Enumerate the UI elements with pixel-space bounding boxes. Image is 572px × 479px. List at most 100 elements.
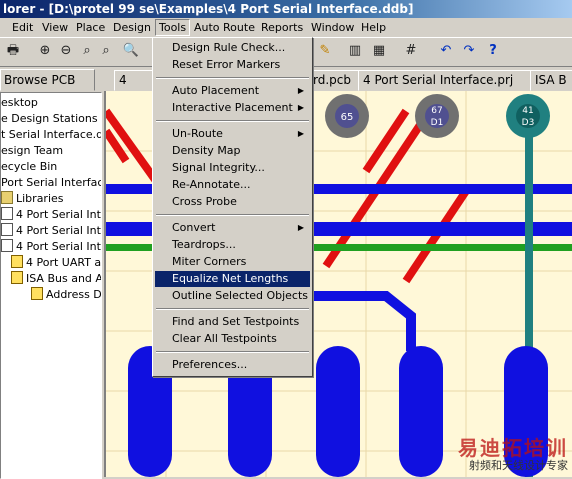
pad-label: 67: [431, 106, 442, 116]
menu-help[interactable]: Help: [361, 20, 386, 35]
tab-project[interactable]: 4 Port Serial Interface.prj: [358, 70, 534, 91]
tree-item-label: Address D: [46, 288, 102, 301]
tree-item-label: 4 Port UART a: [26, 256, 102, 269]
submenu-arrow-icon: ▶: [297, 86, 304, 95]
menu-item-design-rule-check[interactable]: Design Rule Check...: [155, 40, 310, 56]
tree-item[interactable]: Address D: [31, 287, 102, 303]
menu-item-outline-selected-objects[interactable]: Outline Selected Objects: [155, 288, 310, 304]
menu-item-re-annotate[interactable]: Re-Annotate...: [155, 177, 310, 193]
submenu-arrow-icon: ▶: [297, 103, 304, 112]
tree-item[interactable]: esign Team: [1, 143, 63, 159]
tree-item-label: ISA Bus and A: [26, 272, 102, 285]
menu-separator: [156, 351, 309, 353]
tab-pcb-icon[interactable]: 4: [114, 70, 154, 91]
tree-item[interactable]: e Design Stations: [1, 111, 98, 127]
menu-item-label: Find and Set Testpoints: [172, 315, 300, 328]
menu-item-preferences[interactable]: Preferences...: [155, 357, 310, 373]
grid-icon[interactable]: #: [402, 42, 420, 60]
menu-item-convert[interactable]: Convert ▶: [155, 220, 310, 236]
menu-item-label: Clear All Testpoints: [172, 332, 277, 345]
browse-panel: Browse PCB esktop e Design Stations t Se…: [0, 67, 102, 479]
tab-board-pcb[interactable]: rd.pcb: [308, 70, 364, 91]
menu-item-teardrops[interactable]: Teardrops...: [155, 237, 310, 253]
undo-icon[interactable]: ↶: [437, 42, 455, 60]
tree-item[interactable]: Port Serial Interface: [1, 175, 102, 191]
tab-label: 4 Port Serial Interface.prj: [363, 73, 514, 87]
project-tree: esktop e Design Stations t Serial Interf…: [0, 92, 102, 479]
document-icon: [1, 207, 13, 220]
menu-item-clear-all-testpoints[interactable]: Clear All Testpoints: [155, 331, 310, 347]
menu-edit[interactable]: Edit: [12, 20, 33, 35]
help-icon[interactable]: ?: [484, 42, 502, 60]
menu-item-equalize-net-lengths[interactable]: Equalize Net Lengths: [155, 271, 310, 287]
tab-isa[interactable]: ISA B: [530, 70, 572, 91]
library-edit-icon[interactable]: ▦: [370, 42, 388, 60]
library-icon[interactable]: ▥: [346, 42, 364, 60]
tree-item[interactable]: ISA Bus and A: [11, 271, 102, 287]
menu-separator: [156, 120, 309, 122]
menu-item-density-map[interactable]: Density Map: [155, 143, 310, 159]
tree-item-label: esktop: [1, 96, 38, 109]
tree-item-label: t Serial Interface.ddb: [1, 128, 101, 141]
menu-separator: [156, 308, 309, 310]
schematic-icon: [11, 255, 23, 268]
tools-dropdown-menu: Design Rule Check... Reset Error Markers…: [152, 37, 313, 377]
zoom-out-icon[interactable]: ⊖: [57, 42, 75, 60]
document-icon: [1, 223, 13, 236]
tree-item-label: 4 Port Serial Interf: [16, 240, 101, 253]
menu-item-miter-corners[interactable]: Miter Corners: [155, 254, 310, 270]
submenu-arrow-icon: ▶: [297, 223, 304, 232]
menu-item-signal-integrity[interactable]: Signal Integrity...: [155, 160, 310, 176]
tree-item[interactable]: esktop: [1, 95, 38, 111]
pencil-icon[interactable]: ✎: [316, 42, 334, 60]
tree-item[interactable]: 4 Port Serial Interf: [1, 223, 101, 239]
menu-separator: [156, 77, 309, 79]
menu-view[interactable]: View: [42, 20, 68, 35]
watermark-subtitle: 射频和天线设计专家: [469, 459, 568, 472]
menu-item-label: Miter Corners: [172, 255, 247, 268]
tree-item[interactable]: t Serial Interface.ddb: [1, 127, 101, 143]
menu-item-find-and-set-testpoints[interactable]: Find and Set Testpoints: [155, 314, 310, 330]
zoom-icon[interactable]: 🔍: [122, 42, 140, 60]
menu-item-reset-error-markers[interactable]: Reset Error Markers: [155, 57, 310, 73]
menu-place[interactable]: Place: [76, 20, 105, 35]
menu-auto-route[interactable]: Auto Route: [194, 20, 255, 35]
window-title: lorer - [D:\protel 99 se\Examples\4 Port…: [3, 2, 414, 16]
menu-tools[interactable]: Tools: [155, 19, 191, 36]
schematic-icon: [11, 271, 23, 284]
redo-icon[interactable]: ↷: [460, 42, 478, 60]
menu-bar: Edit View Place Design Tools Auto Route …: [0, 18, 572, 37]
watermark: 易迪拓培训 射频和天线设计专家: [458, 437, 568, 473]
tree-item[interactable]: 4 Port Serial Interf: [1, 239, 101, 255]
tree-item-label: Port Serial Interface: [1, 176, 102, 189]
menu-item-label: Reset Error Markers: [172, 58, 281, 71]
tree-item[interactable]: ecycle Bin: [1, 159, 57, 175]
menu-item-label: Preferences...: [172, 358, 248, 371]
menu-item-label: Outline Selected Objects: [172, 289, 309, 302]
menu-design[interactable]: Design: [113, 20, 151, 35]
menu-item-auto-placement[interactable]: Auto Placement ▶: [155, 83, 310, 99]
browse-pcb-tab[interactable]: Browse PCB: [0, 69, 95, 91]
tree-item[interactable]: 4 Port Serial Interf: [1, 207, 101, 223]
print-icon[interactable]: 🖶: [4, 42, 22, 60]
pad-label: D1: [431, 118, 444, 128]
pad-label: D3: [522, 118, 535, 128]
schematic-icon: [31, 287, 43, 300]
zoom-in-icon[interactable]: ⊕: [36, 42, 54, 60]
tree-item[interactable]: 4 Port UART a: [11, 255, 101, 271]
zoom-area-icon[interactable]: ⌕: [97, 42, 115, 60]
zoom-fit-icon[interactable]: ⌕: [78, 42, 96, 60]
menu-item-label: Un-Route: [172, 127, 223, 140]
menu-window[interactable]: Window: [311, 20, 354, 35]
tree-item[interactable]: Libraries: [1, 191, 64, 207]
menu-item-cross-probe[interactable]: Cross Probe: [155, 194, 310, 210]
folder-icon: [1, 191, 13, 204]
tree-item-label: Libraries: [16, 192, 64, 205]
connector-pad: [316, 346, 360, 477]
menu-item-un-route[interactable]: Un-Route ▶: [155, 126, 310, 142]
menu-item-label: Cross Probe: [172, 195, 237, 208]
menu-item-label: Teardrops...: [172, 238, 236, 251]
menu-reports[interactable]: Reports: [261, 20, 303, 35]
menu-item-label: Signal Integrity...: [172, 161, 265, 174]
menu-item-interactive-placement[interactable]: Interactive Placement ▶: [155, 100, 310, 116]
